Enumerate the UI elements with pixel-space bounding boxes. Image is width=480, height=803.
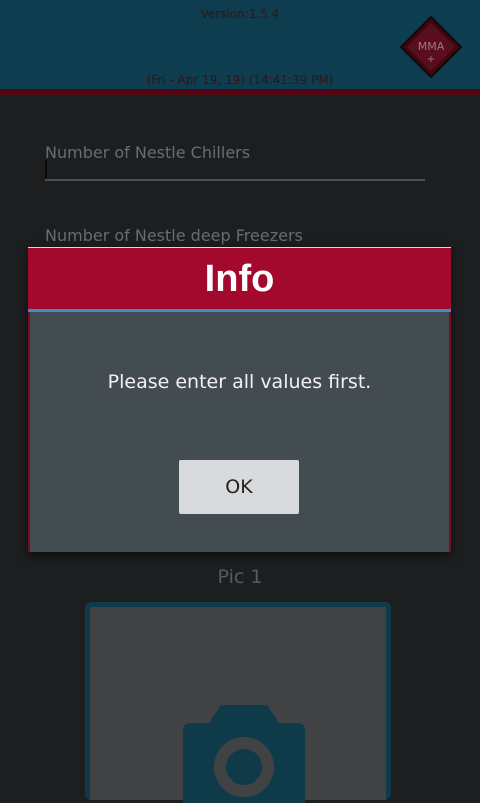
pic-placeholder bbox=[90, 607, 386, 803]
logo-text: MMA bbox=[418, 40, 445, 53]
info-dialog: Info Please enter all values first. OK bbox=[28, 247, 451, 552]
chillers-input[interactable] bbox=[45, 179, 425, 181]
dialog-titlebar: Info bbox=[28, 247, 451, 310]
mma-logo: MMA + bbox=[400, 16, 462, 78]
ok-button[interactable]: OK bbox=[179, 460, 299, 514]
freezers-label: Number of Nestle deep Freezers bbox=[45, 226, 303, 245]
camera-icon bbox=[183, 705, 305, 803]
dialog-divider bbox=[28, 309, 451, 312]
app-header: Version:1.5.4 (Fri - Apr 19, 19) (14:41:… bbox=[0, 0, 480, 89]
chillers-label: Number of Nestle Chillers bbox=[45, 143, 251, 162]
header-underline bbox=[0, 89, 480, 96]
pic-label: Pic 1 bbox=[217, 566, 263, 588]
dialog-edge bbox=[449, 312, 451, 552]
dialog-edge bbox=[28, 312, 30, 552]
text-cursor bbox=[45, 160, 47, 180]
logo-plus: + bbox=[427, 54, 435, 65]
dialog-title: Info bbox=[204, 257, 275, 300]
dialog-message: Please enter all values first. bbox=[107, 371, 372, 393]
pic-1-button[interactable] bbox=[85, 602, 391, 803]
